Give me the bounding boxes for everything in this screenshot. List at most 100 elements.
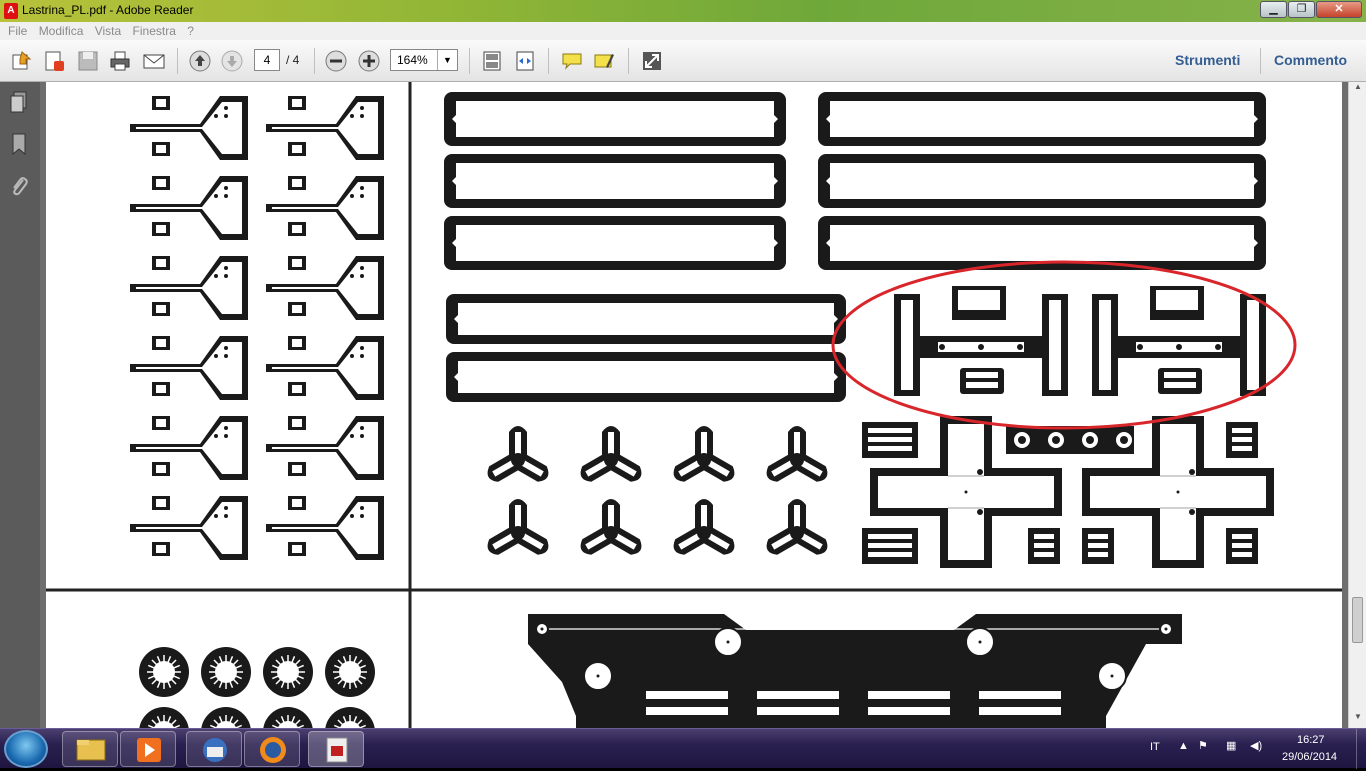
scroll-down-icon[interactable]: ▼ (1349, 712, 1366, 728)
key-part (130, 336, 248, 400)
menu-vista[interactable]: Vista (95, 22, 121, 40)
h-part-bottom (1158, 368, 1202, 394)
comment-pane-link[interactable]: Commento (1274, 52, 1347, 68)
scroll-up-icon[interactable]: ▲ (1349, 82, 1366, 98)
menu-help[interactable]: ? (187, 22, 194, 40)
cross-part-dot (1176, 490, 1180, 494)
toolbar: 4 / 4 164% ▼ Strumenti Commento (0, 40, 1366, 82)
zoom-select[interactable]: 164% ▼ (390, 49, 458, 71)
key-part (266, 496, 384, 560)
key-part-dot (350, 514, 354, 518)
key-part-dot (350, 434, 354, 438)
minimize-button[interactable]: ▁ (1260, 1, 1287, 18)
cross-part-dot (977, 469, 983, 475)
frame-part-hole-center (978, 640, 982, 644)
maximize-button[interactable]: ❐ (1288, 1, 1315, 18)
zoom-out-button[interactable] (322, 47, 350, 75)
tri-blade-hub (604, 526, 618, 540)
key-part (130, 96, 248, 160)
network-icon[interactable]: ▦ (1226, 739, 1236, 752)
pages-icon[interactable] (8, 90, 30, 114)
key-part-tab-hole (292, 385, 302, 393)
taskbar-adobe-reader[interactable] (308, 731, 364, 767)
zoom-in-button[interactable] (355, 47, 383, 75)
taskbar: IT ▲ ⚑ ▦ ◀) 16:27 29/06/2014 (0, 728, 1366, 769)
media-player-icon (137, 738, 161, 762)
small-block-slot (1088, 534, 1108, 539)
highlight-button[interactable] (590, 47, 618, 75)
taskbar-explorer[interactable] (62, 731, 118, 767)
key-part-dot (214, 114, 218, 118)
tri-blade-hub (697, 453, 711, 467)
thunderbird-icon (203, 738, 227, 762)
key-part-dot (224, 274, 228, 278)
h-part-dot (1137, 344, 1143, 350)
volume-icon[interactable]: ◀) (1250, 739, 1262, 752)
key-part-tab-hole (156, 465, 166, 473)
key-part (266, 256, 384, 320)
small-block-slot (1232, 446, 1252, 451)
frame-block (749, 684, 847, 722)
minus-icon (325, 50, 347, 72)
menu-file[interactable]: File (8, 22, 27, 40)
cross-part-dot (977, 509, 983, 515)
show-desktop-button[interactable] (1356, 729, 1366, 769)
document-view[interactable] (40, 82, 1348, 728)
taskbar-thunderbird[interactable] (186, 731, 242, 767)
taskbar-firefox[interactable] (244, 731, 300, 767)
frame-part (528, 614, 1182, 728)
page-number-input[interactable]: 4 (254, 49, 280, 71)
adobe-reader-icon (326, 737, 348, 763)
zoom-value: 164% (397, 53, 428, 67)
open-button[interactable] (8, 47, 36, 75)
print-button[interactable] (106, 47, 134, 75)
bookmarks-icon[interactable] (8, 132, 30, 156)
ring-hole-center (1086, 436, 1094, 444)
close-button[interactable]: ✕ (1316, 1, 1362, 18)
attachments-icon[interactable] (8, 174, 30, 198)
clock-date[interactable]: 29/06/2014 (1282, 751, 1337, 763)
fit-width-button[interactable] (511, 47, 539, 75)
tri-blade-part (580, 499, 642, 555)
key-part-dot (224, 514, 228, 518)
tri-blade-hub (790, 526, 804, 540)
tri-blade-arm-slot (794, 505, 800, 527)
vertical-scrollbar[interactable]: ▲ ▼ (1348, 82, 1366, 728)
next-page-button[interactable] (218, 47, 246, 75)
small-block-slot (1034, 543, 1054, 548)
key-part-dot (224, 186, 228, 190)
previous-page-button[interactable] (186, 47, 214, 75)
flag-icon[interactable]: ⚑ (1198, 739, 1208, 752)
frame-part-hole-center (1164, 627, 1168, 631)
show-hidden-icons-icon[interactable]: ▲ (1178, 740, 1189, 752)
key-part-tab-hole (292, 145, 302, 153)
print-icon (110, 51, 130, 71)
frame-block (971, 684, 1069, 722)
add-comment-button[interactable] (558, 47, 586, 75)
taskbar-media-player[interactable] (120, 731, 176, 767)
fit-page-button[interactable] (478, 47, 506, 75)
key-part-tab-hole (156, 499, 166, 507)
start-button[interactable] (4, 730, 48, 768)
key-part-dot (224, 434, 228, 438)
tri-blade-part (673, 426, 735, 482)
h-part-leg-slot (1049, 300, 1061, 390)
clock-time[interactable]: 16:27 (1297, 734, 1325, 746)
create-pdf-button[interactable] (40, 47, 68, 75)
tools-pane-link[interactable]: Strumenti (1175, 52, 1240, 68)
key-part-dot (350, 194, 354, 198)
save-icon (78, 51, 98, 71)
scroll-thumb[interactable] (1352, 597, 1363, 643)
navigation-panel (0, 82, 40, 728)
toolbar-separator (177, 48, 178, 74)
plate-window (456, 101, 774, 137)
language-indicator[interactable]: IT (1150, 741, 1160, 753)
menu-modifica[interactable]: Modifica (39, 22, 84, 40)
email-button[interactable] (140, 47, 168, 75)
menu-finestra[interactable]: Finestra (133, 22, 176, 40)
chevron-down-icon[interactable]: ▼ (437, 50, 457, 70)
key-part-tab-hole (292, 545, 302, 553)
tri-blade-part (766, 499, 828, 555)
save-button[interactable] (74, 47, 102, 75)
fullscreen-button[interactable] (638, 47, 666, 75)
